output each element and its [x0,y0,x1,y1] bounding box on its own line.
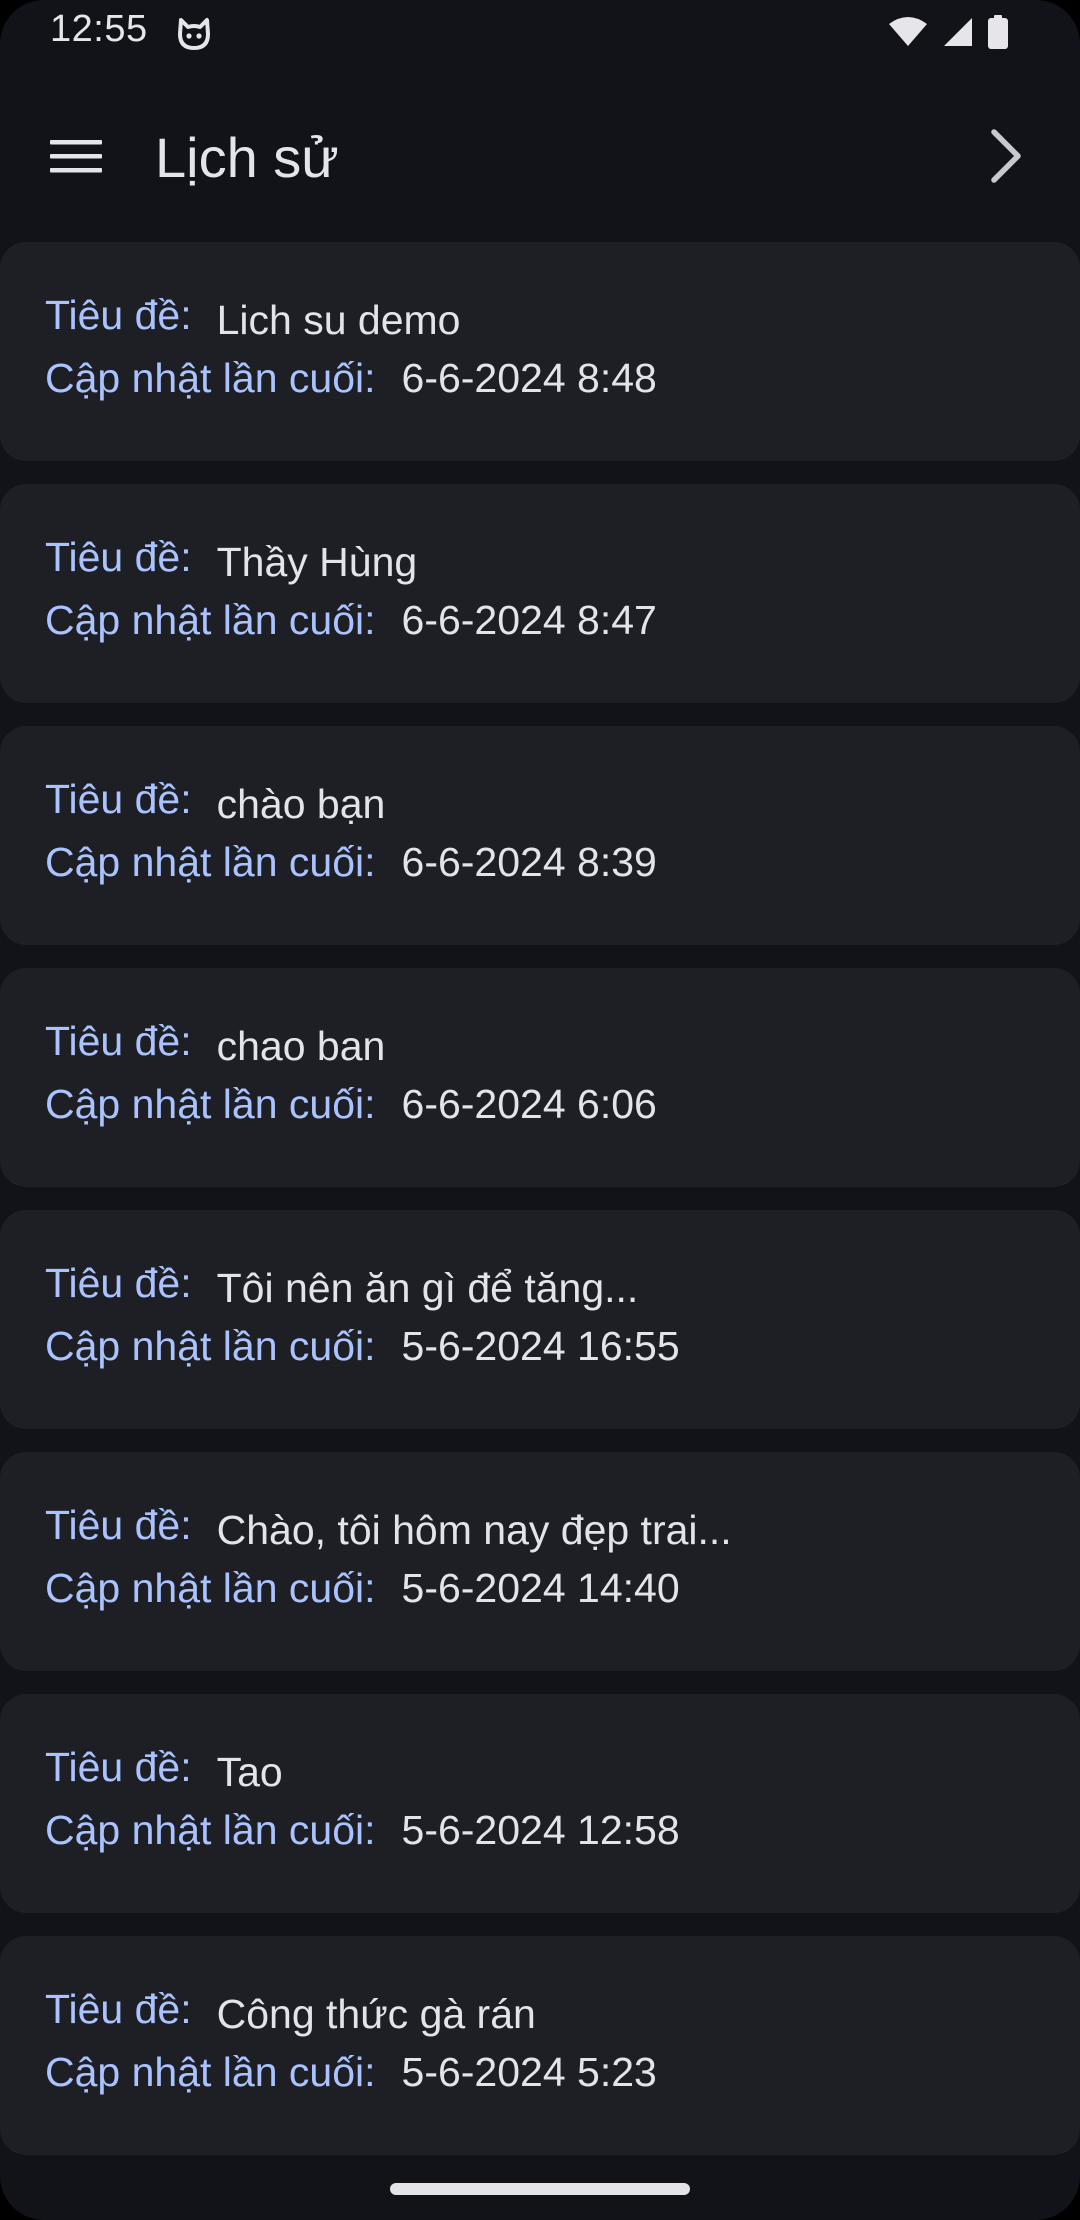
history-item[interactable]: Tiêu đề: Chào, tôi hôm nay đẹp trai... C… [0,1452,1080,1671]
app-bar: Lịch sử [0,68,1080,238]
wifi-icon [888,16,928,53]
history-title: Thầy Hùng [216,539,418,585]
history-item[interactable]: Tiêu đề: Tao Cập nhật lần cuối: 5-6-2024… [0,1694,1080,1913]
history-list: Tiêu đề: Lich su demo Cập nhật lần cuối:… [0,242,1080,2178]
updated-row: Cập nhật lần cuối: 6-6-2024 6:06 [45,1081,657,1128]
next-button[interactable] [966,118,1046,198]
history-title: chào bạn [216,781,386,827]
history-updated: 5-6-2024 12:58 [401,1807,680,1853]
history-updated: 5-6-2024 5:23 [401,2049,657,2095]
updated-label: Cập nhật lần cuối: [45,1807,376,1853]
chevron-right-icon [988,128,1024,189]
updated-label: Cập nhật lần cuối: [45,355,376,401]
updated-label: Cập nhật lần cuối: [45,839,376,885]
status-bar: 12:55 [0,0,1080,68]
title-label: Tiêu đề: [45,1744,192,1790]
battery-icon [988,14,1008,54]
history-item[interactable]: Tiêu đề: Tôi nên ăn gì để tăng... Cập nh… [0,1210,1080,1429]
updated-row: Cập nhật lần cuối: 5-6-2024 16:55 [45,1323,680,1370]
history-title: Tôi nên ăn gì để tăng... [216,1265,639,1311]
history-title: Lich su demo [216,297,461,343]
title-row: Tiêu đề: Công thức gà rán [45,1986,536,2037]
updated-row: Cập nhật lần cuối: 5-6-2024 14:40 [45,1565,680,1612]
title-label: Tiêu đề: [45,292,192,338]
history-item[interactable]: Tiêu đề: chào bạn Cập nhật lần cuối: 6-6… [0,726,1080,945]
history-item[interactable]: Tiêu đề: chao ban Cập nhật lần cuối: 6-6… [0,968,1080,1187]
title-label: Tiêu đề: [45,1502,192,1548]
title-row: Tiêu đề: Lich su demo [45,292,460,343]
title-row: Tiêu đề: chao ban [45,1018,385,1069]
status-time: 12:55 [50,8,148,50]
title-row: Tiêu đề: Chào, tôi hôm nay đẹp trai... [45,1502,732,1553]
hamburger-menu-icon [50,138,102,179]
page-title: Lịch sử [155,126,339,189]
history-updated: 6-6-2024 8:48 [401,355,657,401]
updated-label: Cập nhật lần cuối: [45,597,376,643]
title-row: Tiêu đề: Thầy Hùng [45,534,417,585]
history-item[interactable]: Tiêu đề: Thầy Hùng Cập nhật lần cuối: 6-… [0,484,1080,703]
updated-row: Cập nhật lần cuối: 6-6-2024 8:47 [45,597,657,644]
title-row: Tiêu đề: chào bạn [45,776,385,827]
updated-label: Cập nhật lần cuối: [45,1081,376,1127]
history-item[interactable]: Tiêu đề: Lich su demo Cập nhật lần cuối:… [0,242,1080,461]
updated-label: Cập nhật lần cuối: [45,2049,376,2095]
title-row: Tiêu đề: Tao [45,1744,283,1795]
history-item[interactable]: Tiêu đề: Công thức gà rán Cập nhật lần c… [0,1936,1080,2155]
title-label: Tiêu đề: [45,1986,192,2032]
title-label: Tiêu đề: [45,776,192,822]
menu-button[interactable] [36,118,116,198]
cat-app-icon [176,16,212,52]
updated-row: Cập nhật lần cuối: 5-6-2024 12:58 [45,1807,680,1854]
status-icons [888,14,1008,54]
history-updated: 6-6-2024 6:06 [401,1081,657,1127]
history-title: Công thức gà rán [216,1991,536,2037]
updated-label: Cập nhật lần cuối: [45,1323,376,1369]
history-updated: 5-6-2024 14:40 [401,1565,680,1611]
title-label: Tiêu đề: [45,1018,192,1064]
title-row: Tiêu đề: Tôi nên ăn gì để tăng... [45,1260,638,1311]
updated-row: Cập nhật lần cuối: 6-6-2024 8:39 [45,839,657,886]
updated-row: Cập nhật lần cuối: 6-6-2024 8:48 [45,355,657,402]
updated-row: Cập nhật lần cuối: 5-6-2024 5:23 [45,2049,657,2096]
history-updated: 6-6-2024 8:39 [401,839,657,885]
gesture-navigation-bar[interactable] [390,2183,690,2195]
updated-label: Cập nhật lần cuối: [45,1565,376,1611]
history-updated: 6-6-2024 8:47 [401,597,657,643]
history-title: chao ban [216,1023,386,1069]
signal-icon [942,16,974,53]
title-label: Tiêu đề: [45,534,192,580]
history-title: Tao [216,1749,283,1795]
history-title: Chào, tôi hôm nay đẹp trai... [216,1507,732,1553]
history-updated: 5-6-2024 16:55 [401,1323,680,1369]
title-label: Tiêu đề: [45,1260,192,1306]
screen: 12:55 Lịch sử Tiêu đề: Lich su demo Cập … [0,0,1080,2220]
